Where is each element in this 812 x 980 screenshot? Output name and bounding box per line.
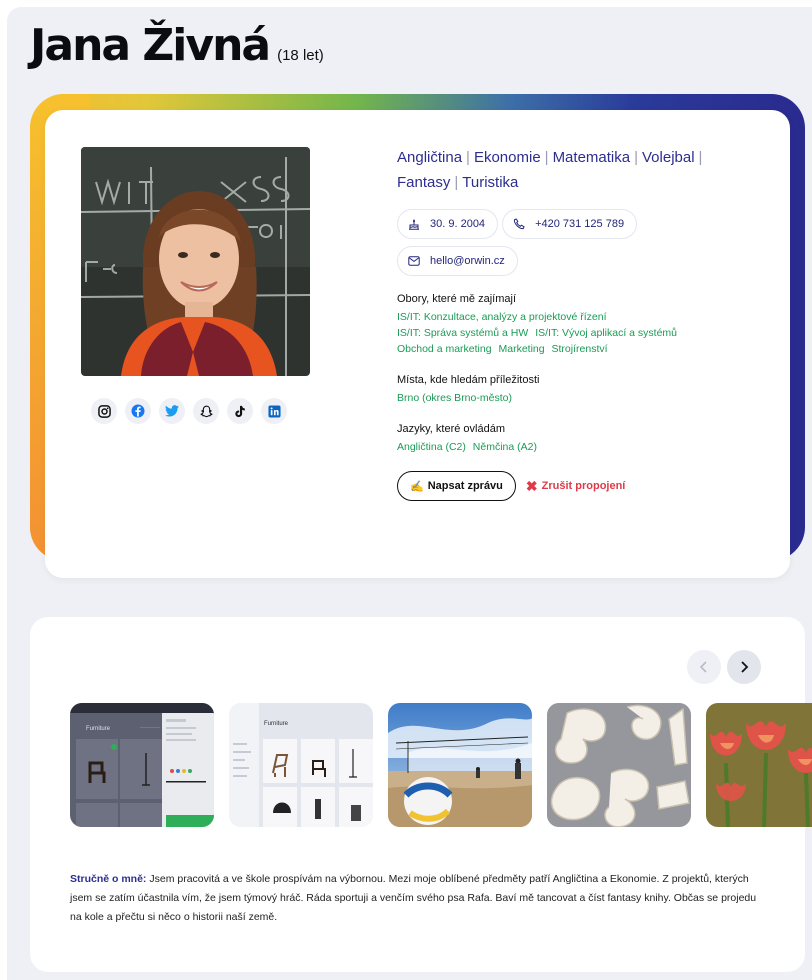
cake-icon xyxy=(409,218,419,230)
fields-line: IS/IT: Konzultace, analýzy a projektové … xyxy=(397,309,737,325)
interest-item: Fantasy xyxy=(397,174,451,191)
language-item: Angličtina (C2) xyxy=(397,441,466,453)
interest-separator: | xyxy=(454,174,459,191)
fields-line: IS/IT: Správa systémů a HW IS/IT: Vývoj … xyxy=(397,325,737,341)
send-message-label: Napsat zprávu xyxy=(427,480,503,492)
profile-photo xyxy=(81,147,310,376)
gallery-prev-button[interactable] xyxy=(687,650,721,684)
cancel-connection-label: Zrušit propojení xyxy=(541,480,626,492)
field-item: IS/IT: Vývoj aplikací a systémů xyxy=(535,327,678,339)
languages-section: Jazyky, které ovládám Angličtina (C2) Ně… xyxy=(397,423,737,455)
fields-heading: Obory, které mě zajímají xyxy=(397,293,516,305)
gallery-thumb[interactable]: Furniture xyxy=(70,703,214,827)
interest-separator: | xyxy=(698,149,703,166)
instagram-icon[interactable] xyxy=(91,398,117,424)
interests-list: Angličtina | Ekonomie | Matematika | Volejbal |… xyxy=(397,145,737,195)
gallery-next-button[interactable] xyxy=(727,650,761,684)
birthdate-text: 30. 9. 2004 xyxy=(430,218,486,230)
project-gallery: Furniture Furniture xyxy=(70,703,812,827)
email-text: hello@orwin.cz xyxy=(430,255,505,267)
writing-hand-icon: ✍ xyxy=(410,480,424,493)
furniture-app-screenshot-2: Furniture xyxy=(229,703,373,827)
interest-item: Volejbal xyxy=(642,149,695,166)
profile-details: Angličtina | Ekonomie | Matematika | Volejbal |… xyxy=(397,145,737,501)
place-item: Brno (okres Brno-město) xyxy=(397,392,512,404)
snapchat-icon[interactable] xyxy=(193,398,219,424)
birthdate-chip: 30. 9. 2004 xyxy=(397,209,499,239)
languages-value: Angličtina (C2) Němčina (A2) xyxy=(397,439,737,455)
languages-heading: Jazyky, které ovládám xyxy=(397,423,506,435)
profile-card: Angličtina | Ekonomie | Matematika | Volejbal |… xyxy=(45,110,790,578)
chevron-right-icon xyxy=(741,661,749,673)
linkedin-icon[interactable] xyxy=(261,398,287,424)
volleyball-beach-photo xyxy=(388,703,532,827)
cancel-connection-button[interactable]: ✖ Zrušit propojení xyxy=(526,478,625,495)
phone-text: +420 731 125 789 xyxy=(535,218,625,230)
fields-line: Obchod a marketing Marketing Strojírenst… xyxy=(397,341,737,357)
gallery-thumb[interactable] xyxy=(706,703,812,827)
cross-icon: ✖ xyxy=(525,477,538,494)
places-heading: Místa, kde hledám příležitosti xyxy=(397,374,540,386)
gallery-thumb[interactable] xyxy=(388,703,532,827)
contact-chips: 30. 9. 2004 +420 731 125 789 hello@orwin… xyxy=(397,209,647,276)
about-text: Jsem pracovitá a ve škole prospívám na v… xyxy=(70,873,757,923)
chevron-left-icon xyxy=(699,661,707,673)
phone-chip[interactable]: +420 731 125 789 xyxy=(502,209,638,239)
page-title: Jana Živná (18 let) xyxy=(30,20,324,71)
field-item: IS/IT: Konzultace, analýzy a projektové … xyxy=(397,311,607,323)
profile-actions: ✍ Napsat zprávu ✖ Zrušit propojení xyxy=(397,471,737,501)
about-label: Stručně o mně: xyxy=(70,873,147,885)
field-item: Strojírenství xyxy=(551,343,608,355)
phone-icon xyxy=(513,218,525,230)
language-item: Němčina (A2) xyxy=(472,441,537,453)
places-section: Místa, kde hledám příležitosti Brno (okr… xyxy=(397,374,737,406)
send-message-button[interactable]: ✍ Napsat zprávu xyxy=(397,471,516,501)
interest-item: Turistika xyxy=(462,174,519,191)
page: Jana Živná (18 let) Angličtina | Ekonomi… xyxy=(0,0,812,980)
furniture-app-screenshot-1: Furniture xyxy=(70,703,214,827)
numbers-photo xyxy=(547,703,691,827)
thumb-2-title: Furniture xyxy=(264,721,289,727)
facebook-icon[interactable] xyxy=(125,398,151,424)
gallery-thumb[interactable] xyxy=(547,703,691,827)
social-links xyxy=(91,398,287,424)
thumb-1-title: Furniture xyxy=(86,726,111,732)
twitter-icon[interactable] xyxy=(159,398,185,424)
profile-photo-image xyxy=(81,147,310,376)
interest-separator: | xyxy=(466,149,470,166)
interest-separator: | xyxy=(634,149,638,166)
tulips-photo xyxy=(706,703,812,827)
mail-icon xyxy=(408,256,420,266)
profile-name: Jana Živná xyxy=(30,20,271,71)
interest-item: Ekonomie xyxy=(473,149,541,166)
email-chip[interactable]: hello@orwin.cz xyxy=(397,246,518,276)
profile-age: (18 let) xyxy=(277,47,324,64)
projects-card: Furniture Furniture Stručně o mně: Jsem … xyxy=(30,617,812,972)
about-me: Stručně o mně: Jsem pracovitá a ve škole… xyxy=(70,870,770,927)
field-item: Marketing xyxy=(498,343,545,355)
interest-item: Angličtina xyxy=(397,149,463,166)
interest-item: Matematika xyxy=(552,149,631,166)
field-item: IS/IT: Správa systémů a HW xyxy=(397,327,529,339)
interest-separator: | xyxy=(544,149,549,166)
places-value: Brno (okres Brno-město) xyxy=(397,390,737,406)
tiktok-icon[interactable] xyxy=(227,398,253,424)
field-item: Obchod a marketing xyxy=(397,343,492,355)
gallery-thumb[interactable]: Furniture xyxy=(229,703,373,827)
fields-section: Obory, které mě zajímají IS/IT: Konzulta… xyxy=(397,293,737,357)
